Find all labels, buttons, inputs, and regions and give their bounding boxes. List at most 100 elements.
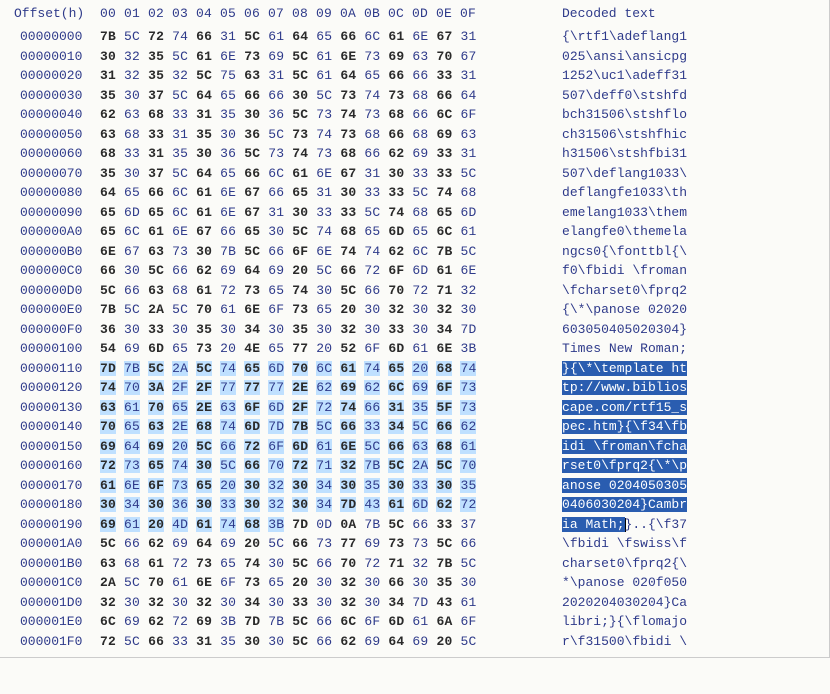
hex-byte[interactable]: 69 — [436, 127, 452, 142]
decoded-char[interactable]: b — [656, 146, 664, 161]
hex-byte[interactable]: 70 — [148, 575, 164, 590]
decoded-char[interactable]: f — [562, 263, 570, 278]
hex-byte[interactable]: 30 — [460, 302, 476, 317]
hex-byte[interactable]: 36 — [100, 322, 116, 337]
hex-byte[interactable]: 68 — [124, 127, 140, 142]
hex-byte[interactable]: 67 — [460, 49, 476, 64]
hex-byte[interactable]: 6C — [316, 361, 332, 376]
hex-bytes-cell[interactable]: 35 30 37 5C 64 65 66 66 30 5C 73 74 73 6… — [100, 86, 562, 106]
decoded-char[interactable]: b — [632, 380, 640, 395]
hex-byte[interactable]: 2F — [196, 380, 212, 395]
hex-byte[interactable]: 32 — [340, 575, 356, 590]
decoded-char[interactable]: 0 — [609, 634, 617, 649]
hex-byte[interactable]: 30 — [316, 322, 332, 337]
hex-byte[interactable]: 64 — [100, 185, 116, 200]
hex-byte[interactable]: 65 — [436, 205, 452, 220]
hex-byte[interactable]: 61 — [436, 263, 452, 278]
decoded-char[interactable]: 5 — [562, 166, 570, 181]
decoded-char[interactable]: a — [570, 517, 578, 532]
decoded-char[interactable]: 0 — [632, 575, 640, 590]
decoded-char[interactable]: g — [609, 205, 617, 220]
hex-row[interactable]: 0000013063 61 70 65 2E 63 6F 6D 2F 72 74… — [14, 398, 819, 418]
decoded-char[interactable]: 0 — [617, 634, 625, 649]
decoded-char[interactable]: 3 — [648, 419, 656, 434]
hex-byte[interactable]: 73 — [460, 380, 476, 395]
hex-byte[interactable]: 37 — [148, 88, 164, 103]
hex-bytes-cell[interactable]: 6E 67 63 73 30 7B 5C 66 6F 6E 74 74 62 6… — [100, 242, 562, 262]
decoded-char[interactable]: 3 — [648, 185, 656, 200]
hex-byte[interactable]: 7B — [364, 517, 380, 532]
decoded-char[interactable]: b — [656, 244, 664, 259]
decoded-char[interactable]: * — [562, 575, 570, 590]
decoded-char[interactable]: r — [648, 556, 656, 571]
hex-byte[interactable]: 6F — [388, 263, 404, 278]
hex-byte[interactable]: 74 — [460, 361, 476, 376]
hex-byte[interactable]: 74 — [388, 205, 404, 220]
hex-byte[interactable]: 30 — [388, 478, 404, 493]
hex-byte[interactable]: 66 — [364, 400, 380, 415]
decoded-char[interactable] — [640, 302, 648, 317]
hex-byte[interactable]: 66 — [220, 439, 236, 454]
hex-byte[interactable]: 66 — [412, 107, 428, 122]
decoded-char[interactable]: n — [609, 302, 617, 317]
decoded-char[interactable]: f — [609, 88, 617, 103]
hex-byte[interactable]: 62 — [316, 380, 332, 395]
hex-byte[interactable]: 31 — [316, 185, 332, 200]
hex-byte[interactable]: 65 — [220, 166, 236, 181]
decoded-char[interactable]: a — [593, 283, 601, 298]
hex-byte[interactable]: 30 — [220, 595, 236, 610]
hex-row[interactable]: 000001E06C 69 62 72 69 3B 7D 7B 5C 66 6C… — [14, 612, 819, 632]
hex-byte[interactable]: 30 — [124, 88, 140, 103]
decoded-char[interactable]: 5 — [679, 478, 687, 493]
hex-byte[interactable]: 61 — [196, 517, 212, 532]
decoded-char[interactable]: l — [648, 29, 656, 44]
hex-byte[interactable]: 6F — [436, 380, 452, 395]
hex-byte[interactable]: 72 — [100, 458, 116, 473]
decoded-char[interactable]: c — [679, 127, 687, 142]
hex-bytes-cell[interactable]: 66 30 5C 66 62 69 64 69 20 5C 66 72 6F 6… — [100, 261, 562, 281]
decoded-text-cell[interactable]: ch31506\stshfhic — [562, 125, 812, 145]
decoded-char[interactable]: 0 — [648, 322, 656, 337]
hex-row[interactable]: 000000C066 30 5C 66 62 69 64 69 20 5C 66… — [14, 261, 819, 281]
hex-byte[interactable]: 77 — [220, 380, 236, 395]
hex-byte[interactable]: 69 — [196, 614, 212, 629]
hex-bytes-cell[interactable]: 2A 5C 70 61 6E 6F 73 65 20 30 32 30 66 3… — [100, 573, 562, 593]
decoded-char[interactable]: f — [609, 166, 617, 181]
hex-byte[interactable]: 62 — [388, 146, 404, 161]
decoded-char[interactable]: h — [570, 556, 578, 571]
hex-bytes-cell[interactable]: 5C 66 63 68 61 72 73 65 74 30 5C 66 70 7… — [100, 281, 562, 301]
hex-byte[interactable]: 5C — [172, 166, 188, 181]
hex-byte[interactable]: 68 — [100, 146, 116, 161]
decoded-char[interactable]: o — [609, 400, 617, 415]
hex-byte[interactable]: 31 — [460, 146, 476, 161]
hex-byte[interactable]: 6C — [340, 614, 356, 629]
hex-byte[interactable]: 5C — [172, 49, 188, 64]
hex-byte[interactable]: 73 — [244, 283, 260, 298]
decoded-char[interactable]: b — [640, 634, 648, 649]
hex-byte[interactable]: 35 — [196, 127, 212, 142]
hex-byte[interactable]: 5C — [292, 556, 308, 571]
hex-byte[interactable]: 30 — [436, 478, 452, 493]
hex-byte[interactable]: 68 — [196, 419, 212, 434]
decoded-char[interactable]: } — [562, 361, 570, 376]
hex-bytes-cell[interactable]: 7B 5C 72 74 66 31 5C 61 64 65 66 6C 61 6… — [100, 27, 562, 47]
hex-byte[interactable]: 66 — [220, 224, 236, 239]
decoded-char[interactable]: e — [648, 224, 656, 239]
hex-byte[interactable]: 63 — [220, 400, 236, 415]
decoded-char[interactable]: \ — [648, 439, 656, 454]
decoded-char[interactable]: N — [609, 341, 617, 356]
hex-byte[interactable]: 61 — [388, 497, 404, 512]
decoded-char[interactable]: a — [593, 49, 601, 64]
hex-byte[interactable]: 33 — [148, 127, 164, 142]
hex-byte[interactable]: 64 — [124, 439, 140, 454]
hex-byte[interactable]: 68 — [148, 107, 164, 122]
hex-byte[interactable]: 32 — [148, 595, 164, 610]
hex-row[interactable]: 0000002031 32 35 32 5C 75 63 31 5C 61 64… — [14, 66, 819, 86]
hex-bytes-cell[interactable]: 63 68 33 31 35 30 36 5C 73 74 73 68 66 6… — [100, 125, 562, 145]
decoded-char[interactable]: e — [617, 341, 625, 356]
hex-byte[interactable]: 6A — [436, 614, 452, 629]
hex-byte[interactable]: 37 — [460, 517, 476, 532]
hex-byte[interactable]: 5C — [124, 302, 140, 317]
decoded-char[interactable]: } — [640, 497, 648, 512]
decoded-char[interactable]: 0 — [632, 595, 640, 610]
